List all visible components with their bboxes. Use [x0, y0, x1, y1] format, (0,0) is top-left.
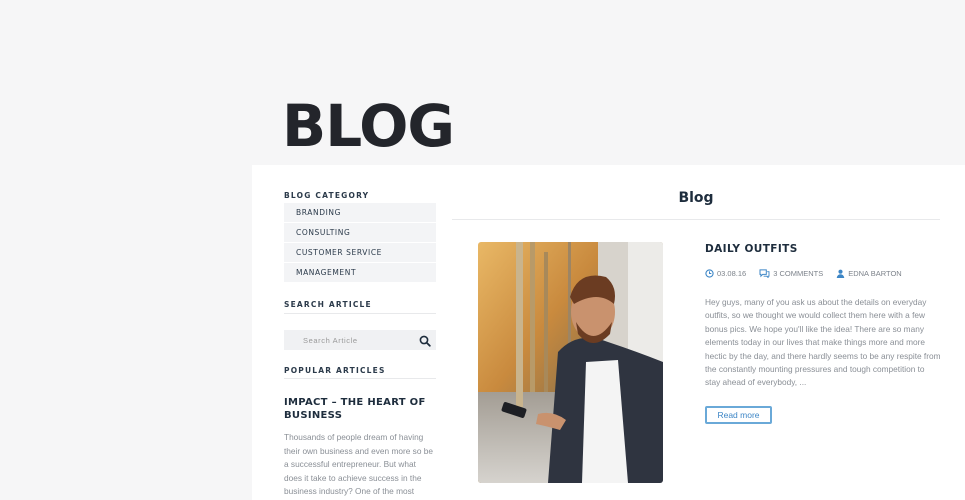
divider — [452, 219, 940, 220]
divider — [284, 378, 436, 379]
search-input[interactable] — [284, 330, 414, 351]
clock-icon — [705, 269, 714, 278]
category-item-consulting[interactable]: CONSULTING — [284, 223, 436, 242]
content-panel: BLOG CATEGORY BRANDING CONSULTING CUSTOM… — [252, 165, 965, 500]
page-title: BLOG — [282, 92, 455, 160]
category-item-customer-service[interactable]: CUSTOMER SERVICE — [284, 243, 436, 262]
divider — [284, 313, 436, 314]
post-author[interactable]: EDNA BARTON — [836, 269, 902, 278]
post-comments[interactable]: 3 COMMENTS — [759, 269, 823, 278]
popular-articles-heading: POPULAR ARTICLES — [284, 366, 386, 375]
post-comments-text: 3 COMMENTS — [773, 269, 824, 278]
user-icon — [836, 269, 845, 278]
blog-heading: Blog — [678, 190, 714, 206]
category-item-management[interactable]: MANAGEMENT — [284, 263, 436, 282]
post-meta: 03.08.16 3 COMMENTS EDNA BARTON — [705, 269, 915, 278]
comments-icon — [759, 269, 770, 278]
popular-article-excerpt: Thousands of people dream of having thei… — [284, 432, 433, 500]
search-article-heading: SEARCH ARTICLE — [284, 300, 372, 309]
search-box — [284, 330, 436, 351]
post-title[interactable]: DAILY OUTFITS — [705, 243, 798, 255]
post-author-text: EDNA BARTON — [848, 269, 902, 278]
post-date: 03.08.16 — [705, 269, 746, 278]
category-item-branding[interactable]: BRANDING — [284, 203, 436, 222]
post-date-text: 03.08.16 — [717, 269, 747, 278]
blog-category-heading: BLOG CATEGORY — [284, 191, 370, 200]
post-image[interactable] — [478, 242, 663, 483]
search-icon[interactable] — [419, 334, 431, 347]
read-more-button[interactable]: Read more — [705, 406, 772, 424]
post-excerpt: Hey guys, many of you ask us about the d… — [705, 297, 941, 388]
category-list: BRANDING CONSULTING CUSTOMER SERVICE MAN… — [284, 203, 436, 283]
popular-article-title[interactable]: IMPACT – THE HEART OF BUSINESS — [284, 396, 436, 422]
